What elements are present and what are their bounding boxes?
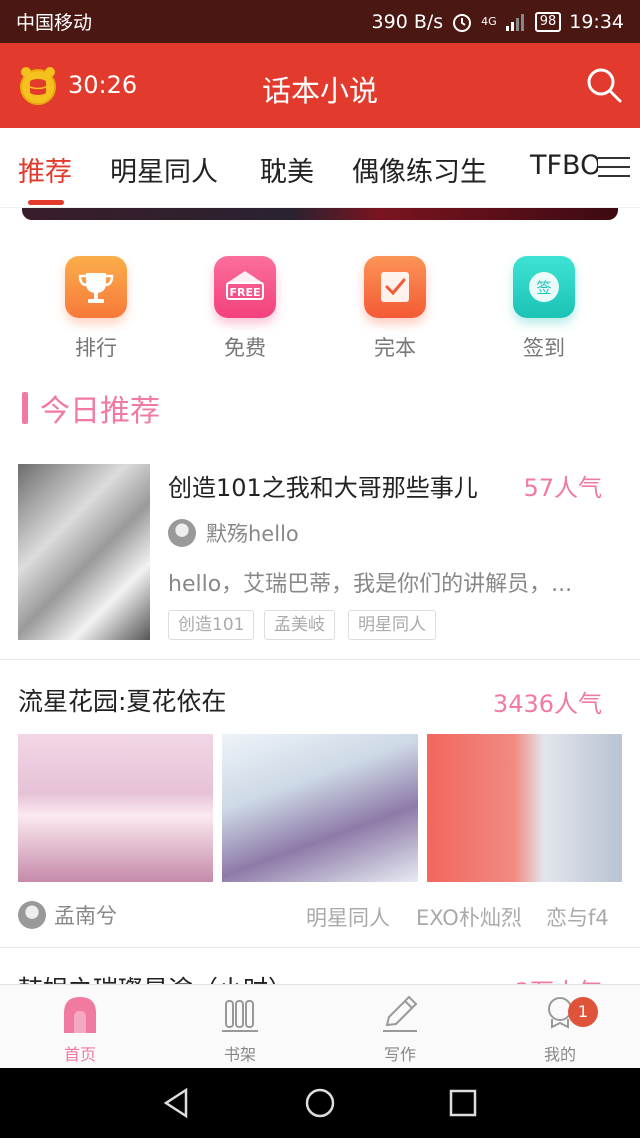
system-navigation-bar [0, 1068, 640, 1138]
tab-danmei[interactable]: 耽美 [260, 150, 314, 189]
alarm-icon [453, 13, 472, 32]
avatar [168, 519, 196, 547]
quick-link-label: 完本 [374, 336, 416, 360]
nav-home[interactable]: 首页 [0, 993, 160, 1065]
bookshelf-icon [222, 1000, 258, 1032]
battery-indicator: 98 [534, 11, 562, 32]
book-card[interactable]: 韩娱之瑞璨星途（小时） 3万人气 [0, 948, 640, 984]
book-tag[interactable]: EXO朴灿烈 [416, 902, 522, 932]
nav-bookshelf[interactable]: 书架 [160, 993, 320, 1065]
author-name: 默殇hello [206, 522, 299, 546]
section-accent-bar [22, 392, 28, 424]
book-cover [18, 464, 150, 640]
check-icon [364, 256, 426, 318]
trophy-icon [65, 256, 127, 318]
quick-link-label: 免费 [224, 336, 266, 360]
app-title: 话本小说 [261, 74, 378, 108]
section-title: 今日推荐 [40, 394, 160, 429]
carrier-name: 中国移动 [16, 12, 93, 34]
pen-icon [383, 995, 418, 1032]
tab-idol-trainee[interactable]: 偶像练习生 [352, 150, 487, 189]
status-bar: 中国移动 390 B/s 4G 98 19:34 [0, 0, 640, 43]
book-tag[interactable]: 孟美岐 [264, 610, 335, 640]
quick-link-completed[interactable]: 完本 [340, 256, 450, 362]
book-card[interactable]: 创造101之我和大哥那些事儿 57人气 默殇hello hello，艾瑞巴蒂，我… [0, 460, 640, 660]
banner-carousel[interactable] [22, 208, 618, 220]
book-image [222, 734, 418, 882]
free-icon: FREE [214, 256, 276, 318]
tab-tfboys[interactable]: TFBOYS [530, 150, 600, 181]
quick-link-label: 签到 [523, 336, 565, 360]
book-tag[interactable]: 创造101 [168, 610, 255, 640]
quick-link-label: 排行 [75, 336, 117, 360]
section-header: 今日推荐 [22, 390, 160, 429]
author-name: 孟南兮 [54, 904, 117, 928]
book-tag[interactable]: 恋与f4 [546, 902, 609, 932]
nav-label: 我的 [543, 1045, 576, 1064]
svg-text:FREE: FREE [229, 286, 260, 299]
book-tag[interactable]: 明星同人 [348, 610, 436, 640]
app-header: 30:26 话本小说 [0, 43, 640, 128]
sign-in-icon: 签 [513, 256, 575, 318]
tab-recommend[interactable]: 推荐 [18, 150, 72, 189]
book-description: hello，艾瑞巴蒂，我是你们的讲解员，... [168, 572, 573, 597]
avatar [18, 901, 46, 929]
book-card[interactable]: 流星花园:夏花依在 3436人气 孟南兮 明星同人 EXO朴灿烈 恋与f4 [0, 660, 640, 948]
nav-label: 首页 [63, 1045, 96, 1064]
book-image [427, 734, 622, 882]
bottom-navigation: 首页 书架 写作 我的 1 [0, 984, 640, 1068]
tab-celebrity-fanfic[interactable]: 明星同人 [110, 150, 218, 189]
book-popularity: 3436人气 [492, 690, 602, 718]
home-icon [64, 997, 96, 1033]
book-popularity: 57人气 [523, 474, 602, 502]
book-image [18, 734, 213, 882]
clock: 19:34 [569, 10, 624, 33]
category-tabs: 推荐 明星同人 耽美 偶像练习生 TFBOYS [0, 128, 640, 208]
nav-profile[interactable]: 我的 1 [480, 993, 640, 1065]
quick-link-sign-in[interactable]: 签 签到 [489, 256, 599, 362]
network-type: 4G [481, 15, 497, 28]
quick-link-ranking[interactable]: 排行 [41, 256, 151, 362]
back-icon[interactable] [160, 1086, 194, 1120]
network-speed: 390 B/s [371, 10, 444, 33]
home-circle-icon[interactable] [303, 1086, 337, 1120]
notification-badge: 1 [568, 997, 598, 1027]
nav-label: 书架 [223, 1045, 256, 1064]
book-author: 默殇hello [168, 518, 299, 548]
quick-link-free[interactable]: FREE 免费 [190, 256, 300, 362]
nav-label: 写作 [383, 1045, 416, 1064]
book-author: 孟南兮 [18, 900, 117, 930]
book-popularity: 3万人气 [515, 972, 602, 984]
menu-icon[interactable] [598, 152, 630, 184]
book-title: 创造101之我和大哥那些事儿 [168, 474, 478, 502]
book-tag[interactable]: 明星同人 [306, 902, 390, 932]
svg-text:签: 签 [536, 279, 551, 297]
nav-write[interactable]: 写作 [320, 993, 480, 1065]
active-tab-indicator [28, 200, 64, 205]
signal-icon [505, 13, 524, 31]
search-icon[interactable] [584, 65, 624, 105]
book-title: 韩娱之瑞璨星途（小时） [18, 970, 293, 984]
recent-apps-icon[interactable] [446, 1086, 480, 1120]
book-title: 流星花园:夏花依在 [18, 687, 227, 716]
